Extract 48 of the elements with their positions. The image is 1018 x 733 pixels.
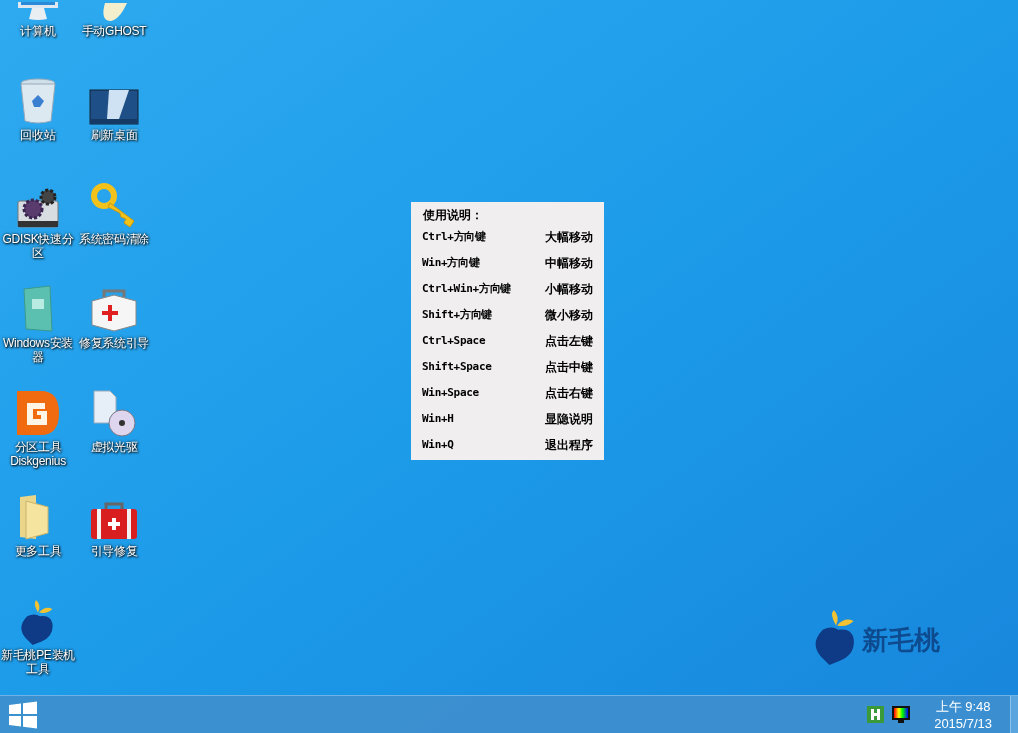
- gears-drive-icon: [16, 187, 60, 229]
- first-aid-box-icon: [90, 289, 138, 333]
- desktop-icon-label[interactable]: GDISK快速分区: [0, 232, 76, 260]
- shortcut-keys: Win+H: [422, 410, 454, 428]
- desktop-icon-label[interactable]: Windows安装器: [0, 336, 76, 364]
- desktop-icon-label[interactable]: 虚拟光驱: [90, 440, 138, 454]
- desktop-icon-label[interactable]: 引导修复: [90, 544, 138, 558]
- shortcut-action: 点击左键: [545, 333, 593, 350]
- desktop-icon-label[interactable]: 更多工具: [14, 544, 62, 558]
- desktop-screen-icon: [89, 89, 139, 125]
- desktop-icon-label[interactable]: 刷新桌面: [90, 128, 138, 142]
- peach-icon: [20, 600, 56, 645]
- shortcut-action: 中幅移动: [545, 255, 593, 272]
- windows-logo-icon: [8, 700, 38, 729]
- shortcut-action: 点击中键: [545, 359, 593, 376]
- monitor-icon: [18, 2, 58, 21]
- shortcut-keys: Ctrl+Win+方向键: [422, 280, 511, 298]
- desktop-icon-label[interactable]: 系统密码清除: [78, 232, 150, 246]
- shortcut-keys: Shift+Space: [422, 358, 492, 376]
- shortcut-keys: Ctrl+方向键: [422, 228, 486, 246]
- shortcut-keys: Ctrl+Space: [422, 332, 486, 350]
- clock-date: 2015/7/13: [934, 714, 992, 732]
- desktop-icon-label[interactable]: 手动GHOST: [81, 24, 147, 38]
- desktop-icon-label[interactable]: 新毛桃PE装机工具: [0, 648, 76, 676]
- desktop-icon-label[interactable]: 回收站: [20, 128, 56, 142]
- shortcut-action: 退出程序: [545, 437, 593, 454]
- desktop-icon-label[interactable]: 修复系统引导: [78, 336, 150, 350]
- shortcut-keys: Shift+方向键: [422, 306, 493, 324]
- clock-time: 上午 9:48: [935, 697, 991, 715]
- shortcut-action: 大幅移动: [545, 229, 593, 246]
- shortcut-action: 微小移动: [545, 307, 593, 324]
- logo-text: 新毛桃: [862, 624, 940, 657]
- shortcut-action: 小幅移动: [545, 281, 593, 298]
- shortcut-keys: Win+Q: [422, 436, 454, 454]
- h-tray-icon[interactable]: [867, 706, 885, 723]
- software-box-icon: [20, 285, 56, 333]
- shortcut-keys: Win+Space: [422, 384, 479, 402]
- toolbox-icon: [89, 501, 139, 541]
- desktop-icon-label[interactable]: 计算机: [20, 24, 56, 38]
- shortcut-keys: Win+方向键: [422, 254, 480, 272]
- color-monitor-tray-icon[interactable]: [892, 706, 911, 723]
- recycle-bin-icon: [18, 77, 58, 125]
- desktop-icon-label[interactable]: 分区工具 Diskgenius: [0, 440, 76, 468]
- diskgenius-icon: [15, 389, 61, 437]
- help-title: 使用说明：: [423, 207, 484, 224]
- file-and-disc-icon: [90, 389, 138, 437]
- shortcut-action: 显隐说明: [545, 411, 593, 428]
- shortcut-action: 点击右键: [545, 385, 593, 402]
